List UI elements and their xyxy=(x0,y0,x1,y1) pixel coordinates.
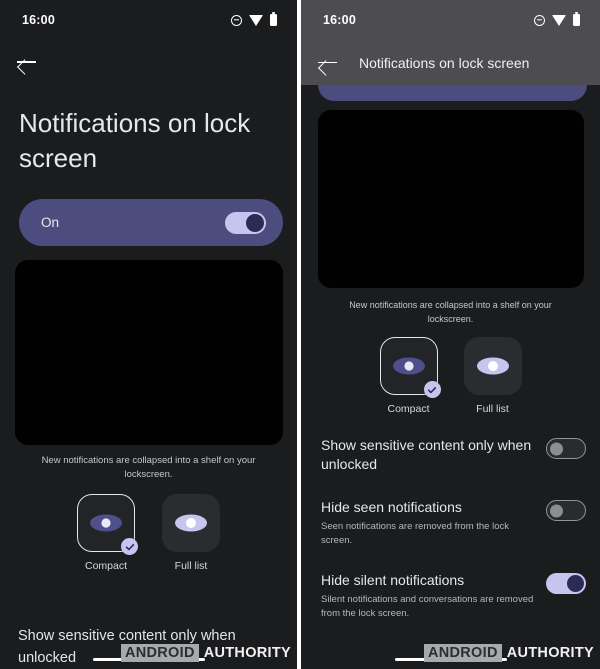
wifi-icon xyxy=(552,14,566,26)
left-phone-screen: 16:00 Notifications on lock screen On Ne… xyxy=(0,0,297,669)
status-bar: 16:00 xyxy=(0,0,297,40)
eye-icon xyxy=(476,357,509,375)
do-not-disturb-icon xyxy=(534,14,545,26)
preview-caption: New notifications are collapsed into a s… xyxy=(41,455,256,480)
master-toggle-switch[interactable] xyxy=(225,211,266,234)
master-toggle-banner-peek[interactable] xyxy=(318,85,587,101)
setting-title: Hide seen notifications xyxy=(321,499,462,515)
style-option-compact-card[interactable] xyxy=(77,494,138,555)
page-title: Notifications on lock screen xyxy=(19,108,251,173)
settings-list: Show sensitive content only when unlocke… xyxy=(301,415,600,620)
style-option-compact[interactable]: Compact xyxy=(77,494,138,572)
watermark-brand: ANDROID xyxy=(423,644,502,662)
setting-title: Show sensitive content only when unlocke… xyxy=(321,437,532,472)
watermark: ANDROID AUTHORITY xyxy=(120,644,291,662)
style-option-full-list[interactable]: Full list xyxy=(162,494,220,572)
setting-toggle-hide-silent[interactable] xyxy=(546,573,586,594)
style-option-compact-card[interactable] xyxy=(379,337,441,398)
style-option-full-list-label: Full list xyxy=(476,403,509,415)
lockscreen-preview xyxy=(318,110,584,288)
back-arrow-icon[interactable] xyxy=(16,51,38,73)
do-not-disturb-icon xyxy=(231,14,242,26)
style-option-full-list-card[interactable] xyxy=(463,337,522,395)
master-toggle-row[interactable]: On xyxy=(19,199,283,246)
lockscreen-preview xyxy=(15,260,283,445)
status-bar: 16:00 xyxy=(301,0,600,40)
watermark-name: AUTHORITY xyxy=(506,645,594,661)
check-icon xyxy=(125,543,134,550)
preview-caption: New notifications are collapsed into a s… xyxy=(349,300,552,324)
status-icons xyxy=(534,12,580,26)
screenshot-stage: 16:00 Notifications on lock screen On Ne… xyxy=(0,0,600,669)
style-option-compact-label: Compact xyxy=(84,560,127,572)
master-toggle-label: On xyxy=(41,215,60,230)
panel-divider xyxy=(297,0,299,669)
watermark-name: AUTHORITY xyxy=(203,645,291,661)
battery-icon xyxy=(270,12,277,26)
wifi-icon xyxy=(249,14,263,26)
app-bar: Notifications on lock screen xyxy=(301,40,600,85)
status-clock: 16:00 xyxy=(323,13,356,27)
style-option-full-list[interactable]: Full list xyxy=(463,337,522,415)
battery-icon xyxy=(573,12,580,26)
eye-icon xyxy=(90,514,122,532)
setting-row-hide-silent[interactable]: Hide silent notifications Silent notific… xyxy=(321,571,586,620)
back-arrow-icon[interactable] xyxy=(317,52,339,74)
eye-icon xyxy=(175,514,207,532)
style-option-compact[interactable]: Compact xyxy=(379,337,441,415)
setting-subtitle: Silent notifications and conversations a… xyxy=(321,594,534,619)
setting-text: Show sensitive content only when unlocke… xyxy=(321,436,534,474)
style-choices: Compact Full list xyxy=(0,482,297,572)
status-clock: 16:00 xyxy=(22,13,55,27)
watermark-brand: ANDROID xyxy=(120,644,199,662)
setting-row-sensitive-content[interactable]: Show sensitive content only when unlocke… xyxy=(321,436,586,474)
style-option-full-list-card[interactable] xyxy=(162,494,220,552)
eye-icon xyxy=(392,357,425,375)
app-bar-title: Notifications on lock screen xyxy=(359,54,530,71)
setting-text: Hide seen notifications Seen notificatio… xyxy=(321,498,534,547)
style-option-compact-label: Compact xyxy=(387,403,430,415)
status-icons xyxy=(231,12,277,26)
right-phone-screen: 16:00 Notifications on lock screen New n… xyxy=(301,0,600,669)
style-option-full-list-label: Full list xyxy=(174,560,208,572)
setting-subtitle: Seen notifications are removed from the … xyxy=(321,521,509,546)
selected-check-badge xyxy=(121,538,138,555)
setting-row-hide-seen[interactable]: Hide seen notifications Seen notificatio… xyxy=(321,498,586,547)
setting-title: Hide silent notifications xyxy=(321,572,465,588)
setting-toggle-hide-seen[interactable] xyxy=(546,500,586,521)
setting-text: Hide silent notifications Silent notific… xyxy=(321,571,534,620)
navigation-bar xyxy=(0,40,297,84)
check-icon xyxy=(427,386,437,393)
watermark: ANDROID AUTHORITY xyxy=(423,644,594,662)
selected-check-badge xyxy=(423,381,441,398)
setting-toggle-sensitive-content[interactable] xyxy=(546,438,586,459)
style-choices: Compact Full list xyxy=(301,326,600,415)
